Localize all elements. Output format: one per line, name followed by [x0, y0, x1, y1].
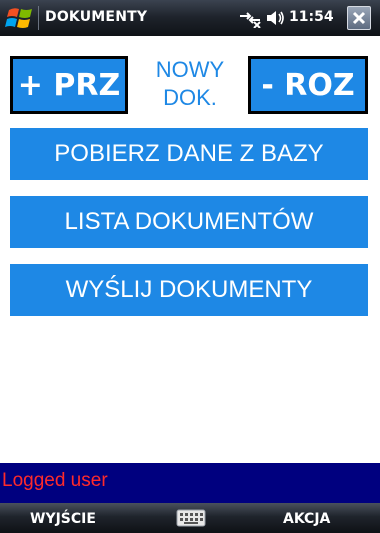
new-document-line2: DOK. [163, 85, 217, 110]
clock[interactable]: 11:54 [289, 9, 334, 25]
issue-document-button[interactable]: - ROZ [248, 56, 368, 114]
windows-start-icon[interactable] [5, 4, 35, 32]
close-icon[interactable] [347, 6, 371, 30]
volume-icon[interactable] [266, 9, 286, 27]
action-softkey[interactable]: AKCJA [283, 511, 330, 527]
title-bar: DOKUMENTY 11:54 [0, 0, 380, 36]
status-bar: Logged user [0, 463, 380, 503]
connectivity-icon[interactable] [237, 8, 263, 29]
new-document-label: NOWY DOK. [138, 56, 242, 114]
logged-user-text: Logged user [2, 470, 108, 491]
send-documents-button[interactable]: WYŚLIJ DOKUMENTY [10, 264, 368, 316]
receive-document-button[interactable]: + PRZ [10, 56, 128, 114]
fetch-data-button[interactable]: POBIERZ DANE Z BAZY [10, 128, 368, 180]
window-title: DOKUMENTY [45, 9, 148, 25]
title-separator [38, 6, 39, 30]
keyboard-icon[interactable] [176, 509, 206, 527]
softkey-bar: WYJŚCIE AKCJA [0, 503, 380, 533]
new-document-line1: NOWY [155, 57, 225, 82]
document-list-button[interactable]: LISTA DOKUMENTÓW [10, 196, 368, 248]
exit-softkey[interactable]: WYJŚCIE [30, 511, 96, 527]
